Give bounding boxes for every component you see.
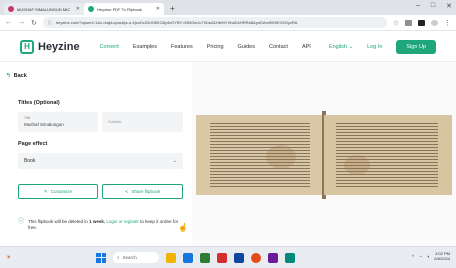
main-nav: Convert Examples Features Pricing Guides… [100, 44, 311, 50]
flipbook-preview[interactable] [192, 63, 456, 246]
volume-icon[interactable]: ◖ [427, 254, 430, 259]
system-tray: ^ ◔ ◖ 3:02 PM 6/6/2024 [412, 251, 450, 261]
share-icon: ≺ [124, 188, 129, 194]
tab-favicon-icon [8, 6, 14, 12]
bookmark-star-icon[interactable]: ☆ [393, 19, 399, 27]
browser-tab-heyzine[interactable]: Heyzine PDF To Flipbook ✕ [84, 3, 164, 15]
search-icon: ⌕ [117, 255, 120, 260]
chevron-down-icon: ⌄ [172, 158, 177, 164]
subtitle-placeholder: Subtitle [108, 119, 122, 124]
subtitle-field[interactable]: Subtitle [102, 112, 183, 132]
expiry-notice: ⓘ This flipbook will be deleted in 1 wee… [18, 219, 183, 231]
notice-pre: This flipbook will be deleted in [28, 219, 88, 224]
windows-taskbar: ☀ ⌕ Search ^ ◔ ◖ 3:02 PM 6/6/2024 [0, 246, 456, 268]
tray-chevron-icon[interactable]: ^ [412, 254, 414, 259]
close-tab-icon[interactable]: ✕ [76, 6, 80, 12]
heyzine-logo-icon: H [20, 39, 34, 54]
new-tab-button[interactable]: + [170, 4, 175, 13]
menu-dots-icon[interactable]: ⋮ [444, 19, 451, 27]
page-stain [344, 155, 370, 175]
title-field-value: Mushaf Simalungun [24, 122, 64, 127]
tab-favicon-icon [88, 6, 94, 12]
clock[interactable]: 3:02 PM 6/6/2024 [434, 251, 450, 261]
site-info-icon[interactable]: ⓘ [48, 20, 52, 26]
taskbar-search[interactable]: ⌕ Search [113, 252, 159, 263]
profile-icon[interactable] [431, 19, 438, 26]
browser-tab-bar: MUSHAF SIMALUNGUN MIC ✕ Heyzine PDF To F… [0, 0, 456, 15]
address-bar-row: ← → ↻ ⓘ heyzine.com/?upsert=1&c=4ajd-cpa… [0, 15, 456, 31]
nav-guides[interactable]: Guides [238, 44, 255, 50]
back-button[interactable]: ↰ Back [6, 73, 27, 79]
browser-tab-mushaf[interactable]: MUSHAF SIMALUNGUN MIC ✕ [4, 3, 84, 15]
reload-icon[interactable]: ↻ [31, 19, 37, 27]
back-nav-icon[interactable]: ← [5, 19, 12, 26]
taskbar-apps: ⌕ Search [96, 252, 295, 263]
nav-pricing[interactable]: Pricing [207, 44, 224, 50]
app-icon[interactable] [285, 252, 295, 263]
nav-contact[interactable]: Contact [269, 44, 288, 50]
page-stain [266, 145, 296, 169]
clock-date: 6/6/2024 [434, 256, 450, 261]
share-label: Share flipbook [131, 189, 161, 194]
info-icon: ⓘ [18, 219, 25, 225]
right-page[interactable] [324, 115, 452, 195]
page-effect-select[interactable]: Book ⌄ [18, 153, 183, 169]
wifi-icon[interactable]: ◔ [419, 254, 422, 259]
back-arrow-icon: ↰ [6, 73, 11, 79]
window-controls: – □ ✕ [416, 2, 452, 10]
login-register-link[interactable]: Login or register [106, 219, 139, 224]
pencil-icon: ✎ [43, 188, 48, 194]
chrome-icon[interactable] [251, 252, 261, 263]
start-icon[interactable] [96, 252, 106, 263]
header-actions: English ⌄ Log In Sign Up [329, 39, 436, 54]
nav-examples[interactable]: Examples [133, 44, 157, 50]
customize-label: Customize [50, 189, 73, 194]
nav-api[interactable]: API [302, 44, 311, 50]
settings-panel: ↰ Back Titles (Optional) Title Mushaf Si… [0, 63, 192, 246]
brand-name: Heyzine [38, 40, 80, 53]
url-input[interactable]: ⓘ heyzine.com/?upsert=1&c=4ajd-cpacb(a-n… [42, 17, 387, 28]
titles-heading: Titles (Optional) [18, 100, 60, 106]
minimize-button[interactable]: – [416, 2, 420, 10]
sidebar-icon[interactable] [418, 19, 425, 26]
app-icon[interactable] [268, 252, 278, 263]
flipbook-book[interactable] [192, 111, 456, 199]
title-field-label: Title [24, 116, 31, 120]
close-tab-icon[interactable]: ✕ [156, 6, 160, 12]
signup-button[interactable]: Sign Up [396, 39, 436, 54]
url-text: heyzine.com/?upsert=1&c=4ajd-cpacb(a-n-4… [55, 20, 298, 25]
customize-button[interactable]: ✎ Customize [18, 184, 98, 199]
mouse-cursor-icon: ☝ [178, 223, 188, 232]
notice-text: This flipbook will be deleted in 1 week.… [28, 219, 183, 231]
page-effect-value: Book [24, 158, 36, 164]
logo[interactable]: H Heyzine [20, 39, 80, 54]
nav-features[interactable]: Features [171, 44, 193, 50]
login-link[interactable]: Log In [367, 44, 382, 50]
maximize-button[interactable]: □ [431, 2, 435, 10]
back-label: Back [13, 73, 27, 79]
extensions-icon[interactable] [405, 19, 412, 26]
tab-title: Heyzine PDF To Flipbook [97, 6, 143, 12]
page-effect-heading: Page effect [18, 141, 48, 147]
weather-icon[interactable]: ☀ [6, 254, 11, 261]
nav-convert[interactable]: Convert [100, 44, 119, 50]
forward-nav-icon[interactable]: → [18, 19, 25, 26]
edge-icon[interactable] [183, 252, 193, 263]
app-icon[interactable] [217, 252, 227, 263]
title-field[interactable]: Title Mushaf Simalungun [18, 112, 98, 132]
file-explorer-icon[interactable] [166, 252, 176, 263]
tab-title: MUSHAF SIMALUNGUN MIC [17, 6, 71, 12]
notice-duration: 1 week. [89, 219, 106, 224]
search-label: Search [122, 255, 137, 260]
close-window-button[interactable]: ✕ [446, 2, 452, 10]
site-header: H Heyzine Convert Examples Features Pric… [0, 32, 456, 62]
word-icon[interactable] [234, 252, 244, 263]
store-icon[interactable] [200, 252, 210, 263]
left-page[interactable] [196, 115, 324, 195]
share-flipbook-button[interactable]: ≺ Share flipbook [102, 184, 183, 199]
language-select[interactable]: English ⌄ [329, 44, 353, 50]
